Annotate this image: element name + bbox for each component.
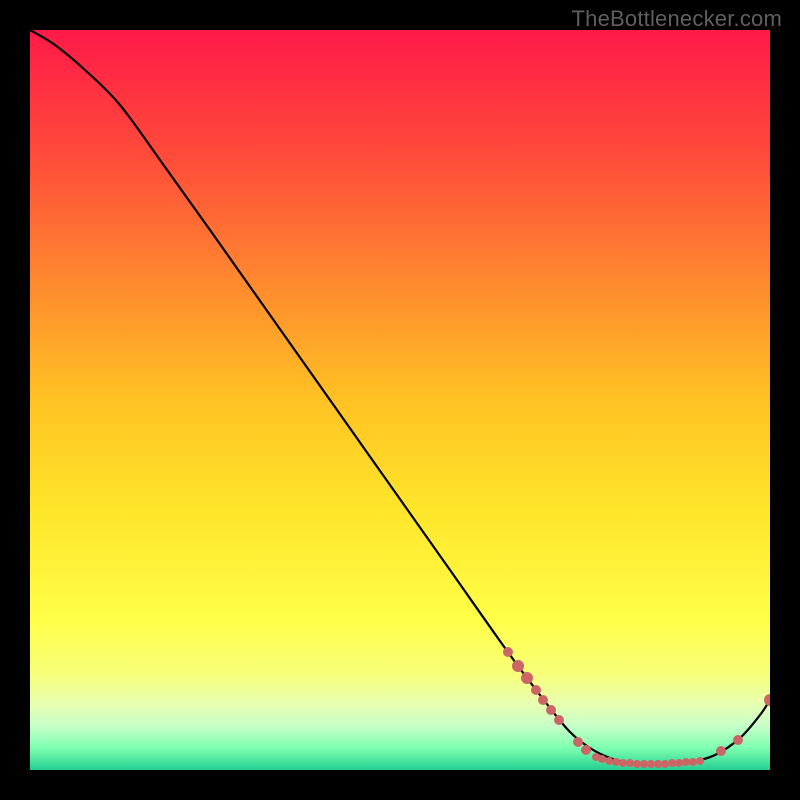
data-point	[573, 737, 583, 747]
data-point	[682, 758, 690, 766]
data-point	[654, 760, 662, 768]
chart-area	[30, 30, 770, 770]
watermark-text: TheBottlenecker.com	[572, 6, 782, 32]
data-point	[554, 715, 564, 725]
data-point	[716, 746, 726, 756]
data-point	[733, 735, 743, 745]
data-point	[531, 685, 541, 695]
data-point	[612, 758, 620, 766]
data-point	[538, 695, 548, 705]
data-point	[619, 759, 627, 767]
chart-svg	[30, 30, 770, 770]
data-point	[668, 759, 676, 767]
chart-background	[30, 30, 770, 770]
data-point	[598, 755, 606, 763]
data-point	[581, 745, 591, 755]
data-point	[626, 759, 634, 767]
data-point	[546, 705, 556, 715]
data-point	[633, 760, 641, 768]
data-point	[647, 760, 655, 768]
data-point	[689, 758, 697, 766]
data-point	[640, 760, 648, 768]
data-point	[675, 759, 683, 767]
data-point	[503, 647, 513, 657]
data-point	[696, 757, 704, 765]
data-point	[512, 660, 524, 672]
data-point	[661, 760, 669, 768]
data-point	[605, 757, 613, 765]
data-point	[521, 672, 533, 684]
